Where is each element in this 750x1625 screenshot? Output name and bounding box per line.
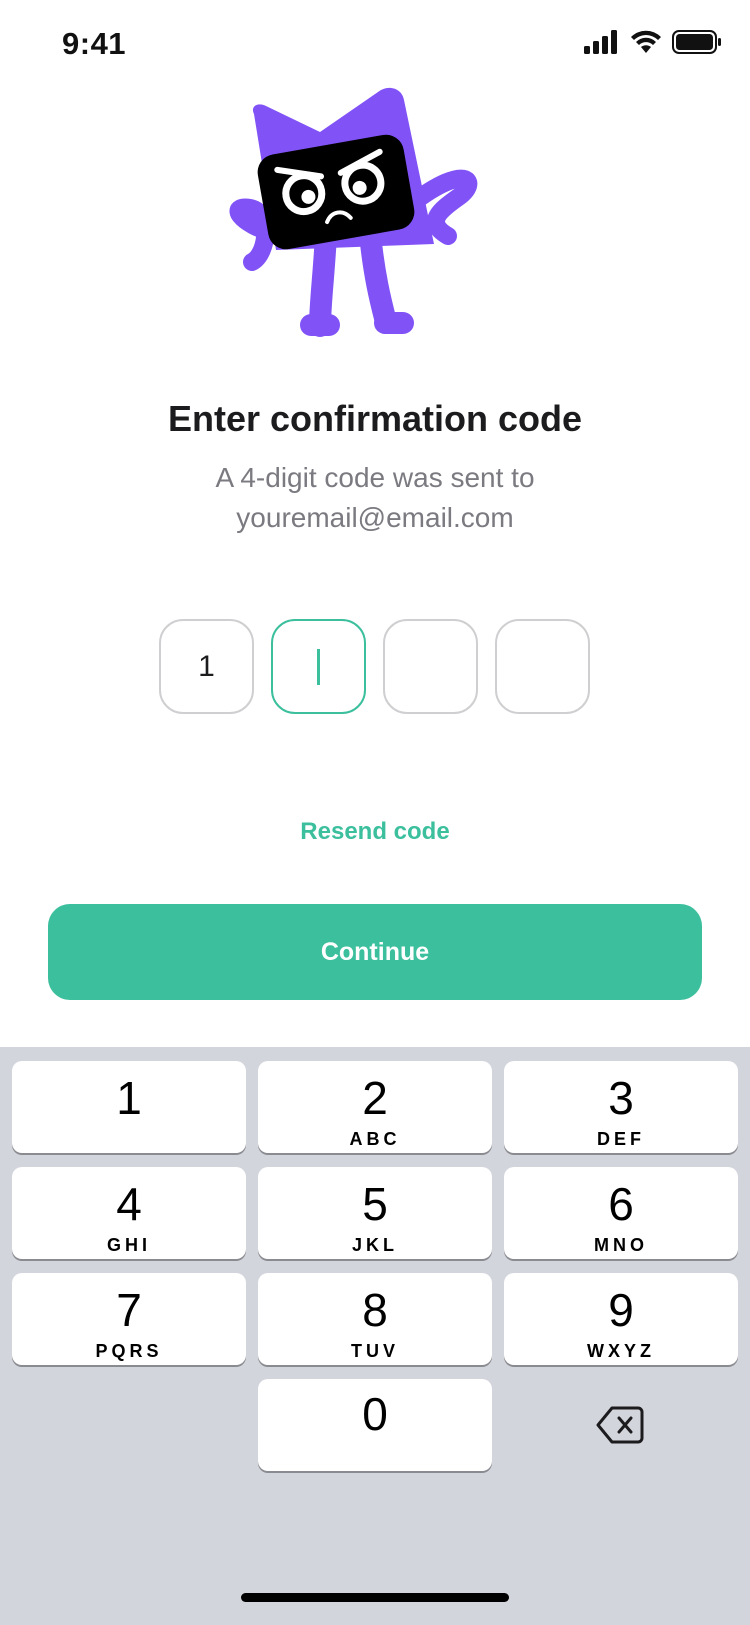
- key-digit: 1: [116, 1072, 142, 1124]
- status-icons: [584, 30, 722, 54]
- keyboard-key-2[interactable]: 2 ABC: [258, 1061, 492, 1153]
- code-digit-1[interactable]: 1: [159, 619, 254, 714]
- key-digit: 7: [116, 1284, 142, 1336]
- key-letters: PQRS: [95, 1341, 163, 1361]
- keyboard-key-5[interactable]: 5 JKL: [258, 1167, 492, 1259]
- key-digit: 2: [362, 1072, 388, 1124]
- wifi-icon: [631, 30, 661, 53]
- key-letters: TUV: [351, 1341, 399, 1361]
- key-digit: 9: [608, 1284, 634, 1336]
- key-digit: 6: [608, 1178, 634, 1230]
- status-bar: 9:41: [0, 0, 750, 92]
- keyboard-key-1[interactable]: 1: [12, 1061, 246, 1153]
- key-letters: GHI: [106, 1235, 151, 1255]
- code-digit-2[interactable]: [271, 619, 366, 714]
- page-title: Enter confirmation code: [167, 398, 583, 439]
- code-digit-4[interactable]: [495, 619, 590, 714]
- code-digit-3[interactable]: [383, 619, 478, 714]
- mascot-illustration: [229, 87, 478, 337]
- keyboard-key-8[interactable]: 8 TUV: [258, 1273, 492, 1365]
- key-letters: MNO: [594, 1235, 648, 1255]
- subtitle-line: A 4-digit code was sent to: [215, 462, 535, 493]
- battery-icon: [672, 30, 721, 54]
- key-letters: JKL: [351, 1235, 398, 1255]
- code-input-group: 1: [159, 619, 590, 714]
- text-caret: [317, 648, 320, 685]
- key-letters: DEF: [597, 1129, 645, 1149]
- resend-code-link[interactable]: Resend code: [0, 818, 750, 846]
- code-digit-value: 1: [198, 649, 215, 683]
- status-time: 9:41: [62, 26, 127, 61]
- key-letters: ABC: [349, 1129, 401, 1149]
- keyboard-key-3[interactable]: 3 DEF: [504, 1061, 738, 1153]
- key-digit: 3: [608, 1072, 634, 1124]
- key-letters: WXYZ: [587, 1341, 655, 1361]
- backspace-icon[interactable]: [596, 1405, 644, 1445]
- keyboard-key-4[interactable]: 4 GHI: [12, 1167, 246, 1259]
- keyboard-key-7[interactable]: 7 PQRS: [12, 1273, 246, 1365]
- key-digit: 8: [362, 1284, 388, 1336]
- key-digit: 4: [116, 1178, 142, 1230]
- home-indicator[interactable]: [241, 1593, 509, 1602]
- continue-button[interactable]: Continue: [48, 904, 702, 1000]
- key-digit: 0: [362, 1388, 388, 1440]
- subtitle: A 4-digit code was sent to youremail@ema…: [0, 458, 750, 538]
- keyboard-key-0[interactable]: 0: [258, 1379, 492, 1471]
- cellular-signal-icon: [584, 30, 617, 54]
- keyboard-key-9[interactable]: 9 WXYZ: [504, 1273, 738, 1365]
- key-digit: 5: [362, 1178, 388, 1230]
- email-address: youremail@email.com: [236, 502, 514, 533]
- continue-button-label: Continue: [320, 937, 430, 966]
- keyboard-key-6[interactable]: 6 MNO: [504, 1167, 738, 1259]
